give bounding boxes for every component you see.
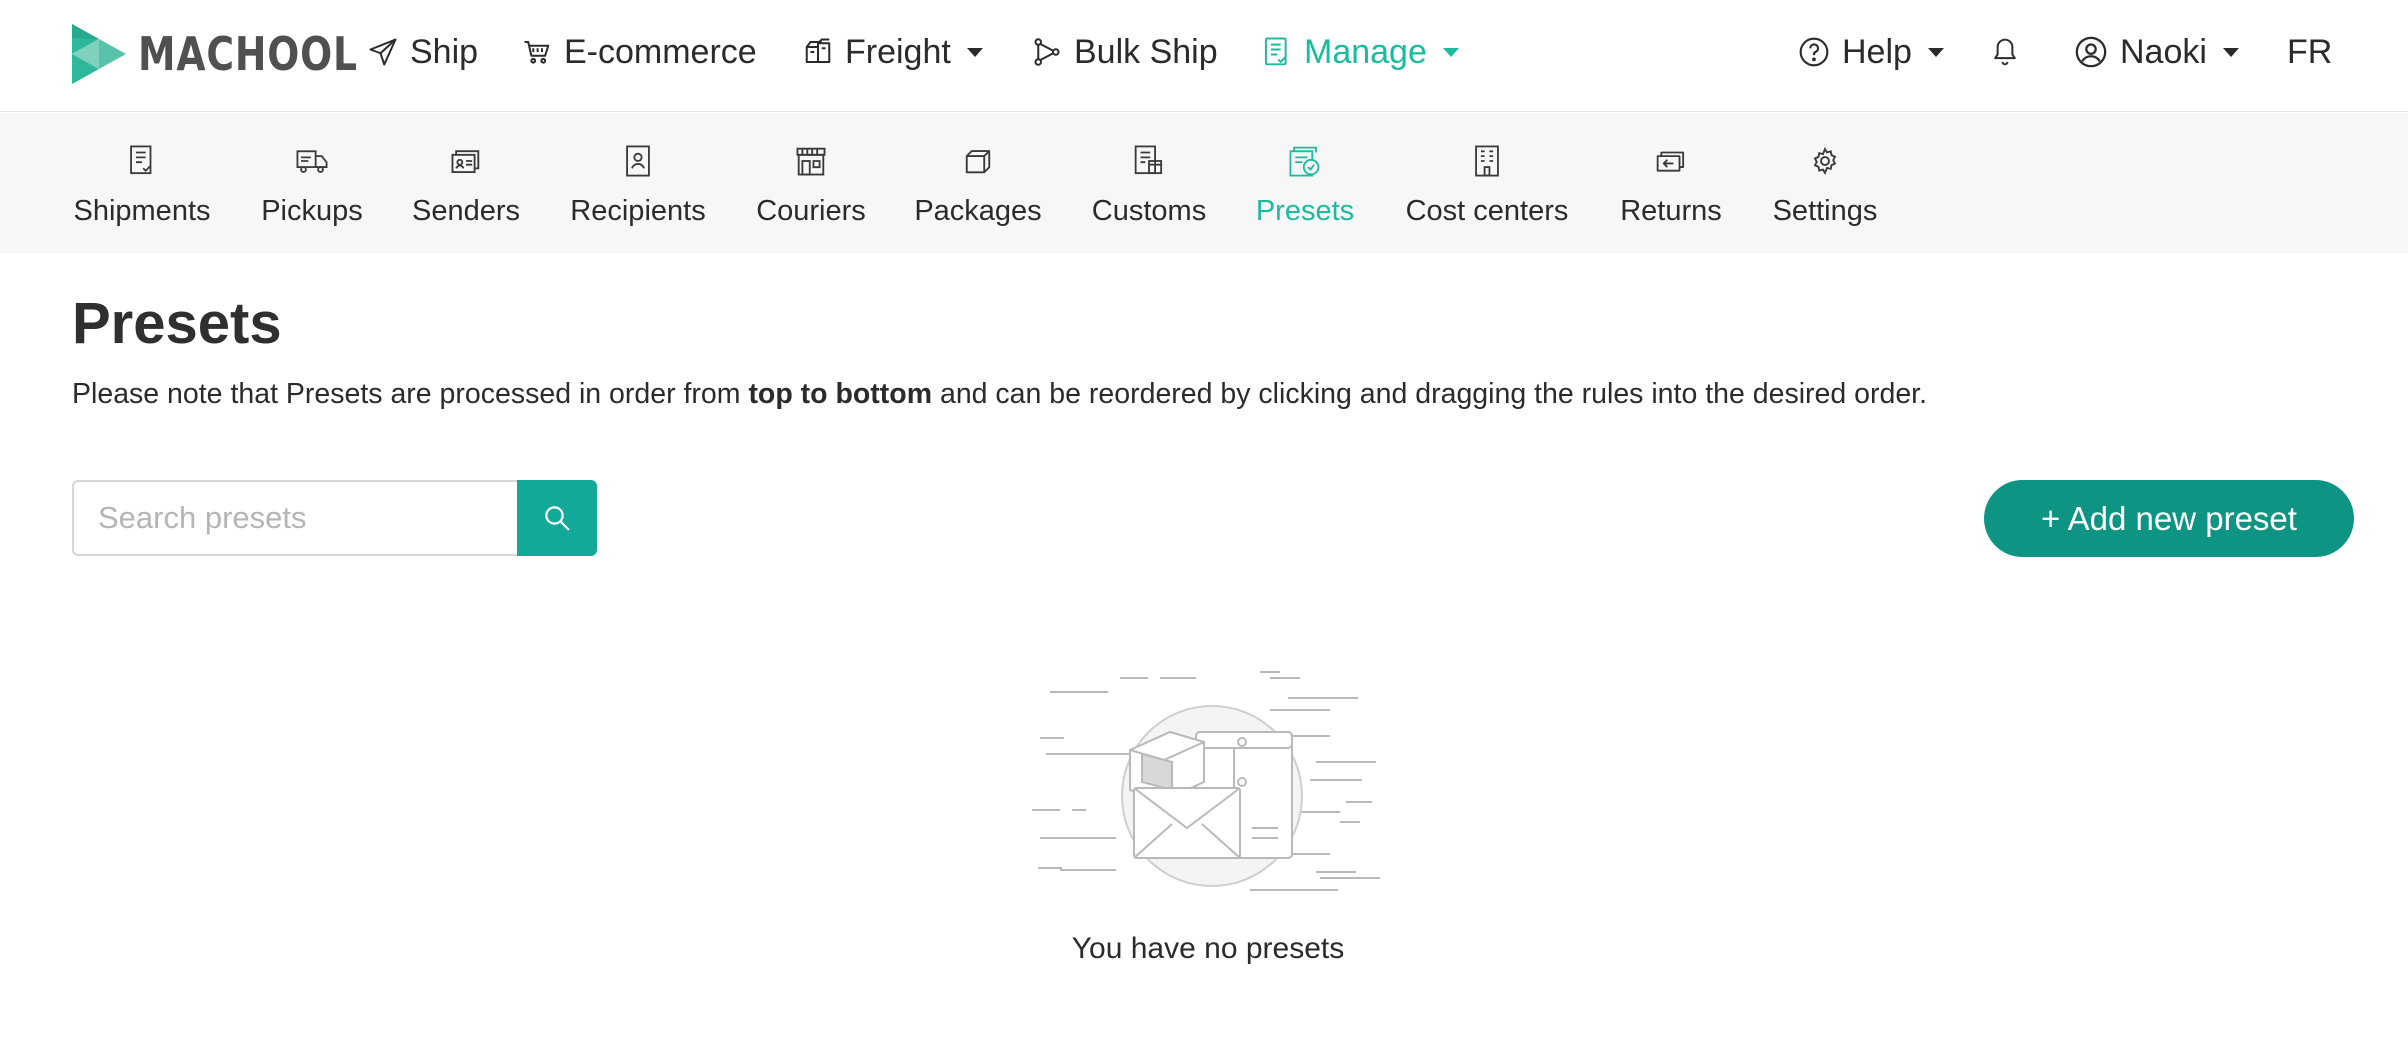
subnav-label: Presets bbox=[1255, 195, 1355, 227]
top-navbar: MACHOOL Ship E-commerce Freight Bulk Shi… bbox=[0, 0, 2408, 112]
customs-icon bbox=[1134, 145, 1163, 175]
nav-help-label: Help bbox=[1842, 32, 1912, 71]
boxes-icon bbox=[805, 38, 831, 63]
note-text: and can be reordered by clicking and dra… bbox=[932, 378, 1928, 410]
chevron-down-icon bbox=[1442, 47, 1459, 57]
user-menu[interactable]: Naoki bbox=[2074, 26, 2239, 78]
subnav-item-settings[interactable]: Settings bbox=[1770, 113, 1880, 253]
subnav-label: Settings bbox=[1772, 195, 1878, 227]
subnav-item-packages[interactable]: Packages bbox=[914, 113, 1042, 253]
store-icon bbox=[796, 147, 826, 176]
subnav-item-recipients[interactable]: Recipients bbox=[568, 113, 708, 253]
chevron-down-icon bbox=[2222, 47, 2239, 57]
subnav-label: Cost centers bbox=[1405, 195, 1569, 227]
subnav-item-returns[interactable]: Returns bbox=[1620, 113, 1722, 253]
building-icon bbox=[1475, 145, 1499, 177]
nav-help[interactable]: Help bbox=[1798, 26, 1944, 78]
nav-freight[interactable]: Freight bbox=[803, 26, 983, 78]
subnav-item-shipments[interactable]: Shipments bbox=[72, 113, 212, 253]
truck-icon bbox=[296, 150, 328, 173]
returns-icon bbox=[1656, 151, 1685, 172]
nav-ship[interactable]: Ship bbox=[368, 26, 478, 78]
presets-note: Please note that Presets are processed i… bbox=[72, 378, 1927, 411]
senders-icon bbox=[451, 150, 480, 173]
cart-icon bbox=[524, 41, 550, 64]
gear-icon bbox=[1813, 147, 1837, 175]
logo-mark-icon bbox=[72, 24, 126, 84]
chevron-down-icon bbox=[966, 47, 983, 57]
note-text: Please note that Presets are processed i… bbox=[72, 378, 749, 410]
nav-bulk-ship-label: Bulk Ship bbox=[1074, 32, 1218, 71]
recipient-icon bbox=[626, 145, 650, 177]
network-icon bbox=[1034, 38, 1060, 66]
empty-state-illustration bbox=[1020, 660, 1440, 905]
language-label: FR bbox=[2287, 32, 2333, 71]
shipments-icon bbox=[130, 145, 152, 175]
nav-freight-label: Freight bbox=[845, 32, 951, 71]
user-name: Naoki bbox=[2120, 32, 2207, 71]
notifications-button[interactable] bbox=[1990, 26, 2020, 78]
nav-bulk-ship[interactable]: Bulk Ship bbox=[1032, 26, 1218, 78]
search-button[interactable] bbox=[517, 480, 597, 556]
subnav-label: Returns bbox=[1620, 195, 1722, 227]
subnav-item-presets[interactable]: Presets bbox=[1254, 113, 1356, 253]
subnav-label: Senders bbox=[411, 195, 520, 227]
language-toggle[interactable]: FR bbox=[2287, 26, 2332, 78]
subnav-item-senders[interactable]: Senders bbox=[410, 113, 522, 253]
user-circle-icon bbox=[2075, 36, 2107, 68]
chevron-down-icon bbox=[1927, 47, 1944, 57]
logo-wordmark: MACHOOL bbox=[138, 27, 358, 81]
empty-state-message: You have no presets bbox=[0, 932, 2408, 966]
nav-manage[interactable]: Manage bbox=[1262, 26, 1459, 78]
note-emphasis: top to bottom bbox=[748, 378, 933, 410]
question-circle-icon bbox=[1799, 37, 1829, 67]
page-title: Presets bbox=[72, 291, 282, 356]
box-icon bbox=[965, 150, 991, 174]
machool-logo[interactable]: MACHOOL bbox=[72, 24, 406, 84]
empty-mailbox-icon bbox=[1032, 671, 1380, 891]
empty-state-text: You have no presets bbox=[1071, 932, 1345, 965]
search-bar bbox=[72, 480, 597, 556]
manage-subnav: Shipments Pickups Senders Recipients Cou… bbox=[0, 113, 2408, 253]
subnav-label: Recipients bbox=[570, 195, 706, 227]
paper-plane-icon bbox=[369, 38, 397, 66]
search-icon bbox=[545, 506, 570, 531]
subnav-label: Packages bbox=[914, 195, 1042, 227]
subnav-label: Couriers bbox=[756, 195, 866, 227]
subnav-label: Customs bbox=[1091, 195, 1207, 227]
presets-icon bbox=[1289, 146, 1320, 177]
subnav-item-couriers[interactable]: Couriers bbox=[754, 113, 868, 253]
nav-ship-label: Ship bbox=[410, 32, 479, 71]
subnav-item-customs[interactable]: Customs bbox=[1090, 113, 1208, 253]
subnav-label: Shipments bbox=[73, 195, 211, 227]
subnav-item-cost-centers[interactable]: Cost centers bbox=[1402, 113, 1572, 253]
nav-ecommerce-label: E-commerce bbox=[564, 32, 757, 71]
subnav-item-pickups[interactable]: Pickups bbox=[258, 113, 366, 253]
nav-manage-label: Manage bbox=[1304, 32, 1427, 71]
document-list-icon bbox=[1264, 37, 1287, 66]
nav-ecommerce[interactable]: E-commerce bbox=[522, 26, 757, 78]
subnav-label: Pickups bbox=[261, 195, 363, 227]
search-input[interactable] bbox=[72, 480, 517, 556]
bell-icon bbox=[1994, 38, 2016, 66]
add-new-preset-button[interactable]: + Add new preset bbox=[1984, 480, 2354, 557]
